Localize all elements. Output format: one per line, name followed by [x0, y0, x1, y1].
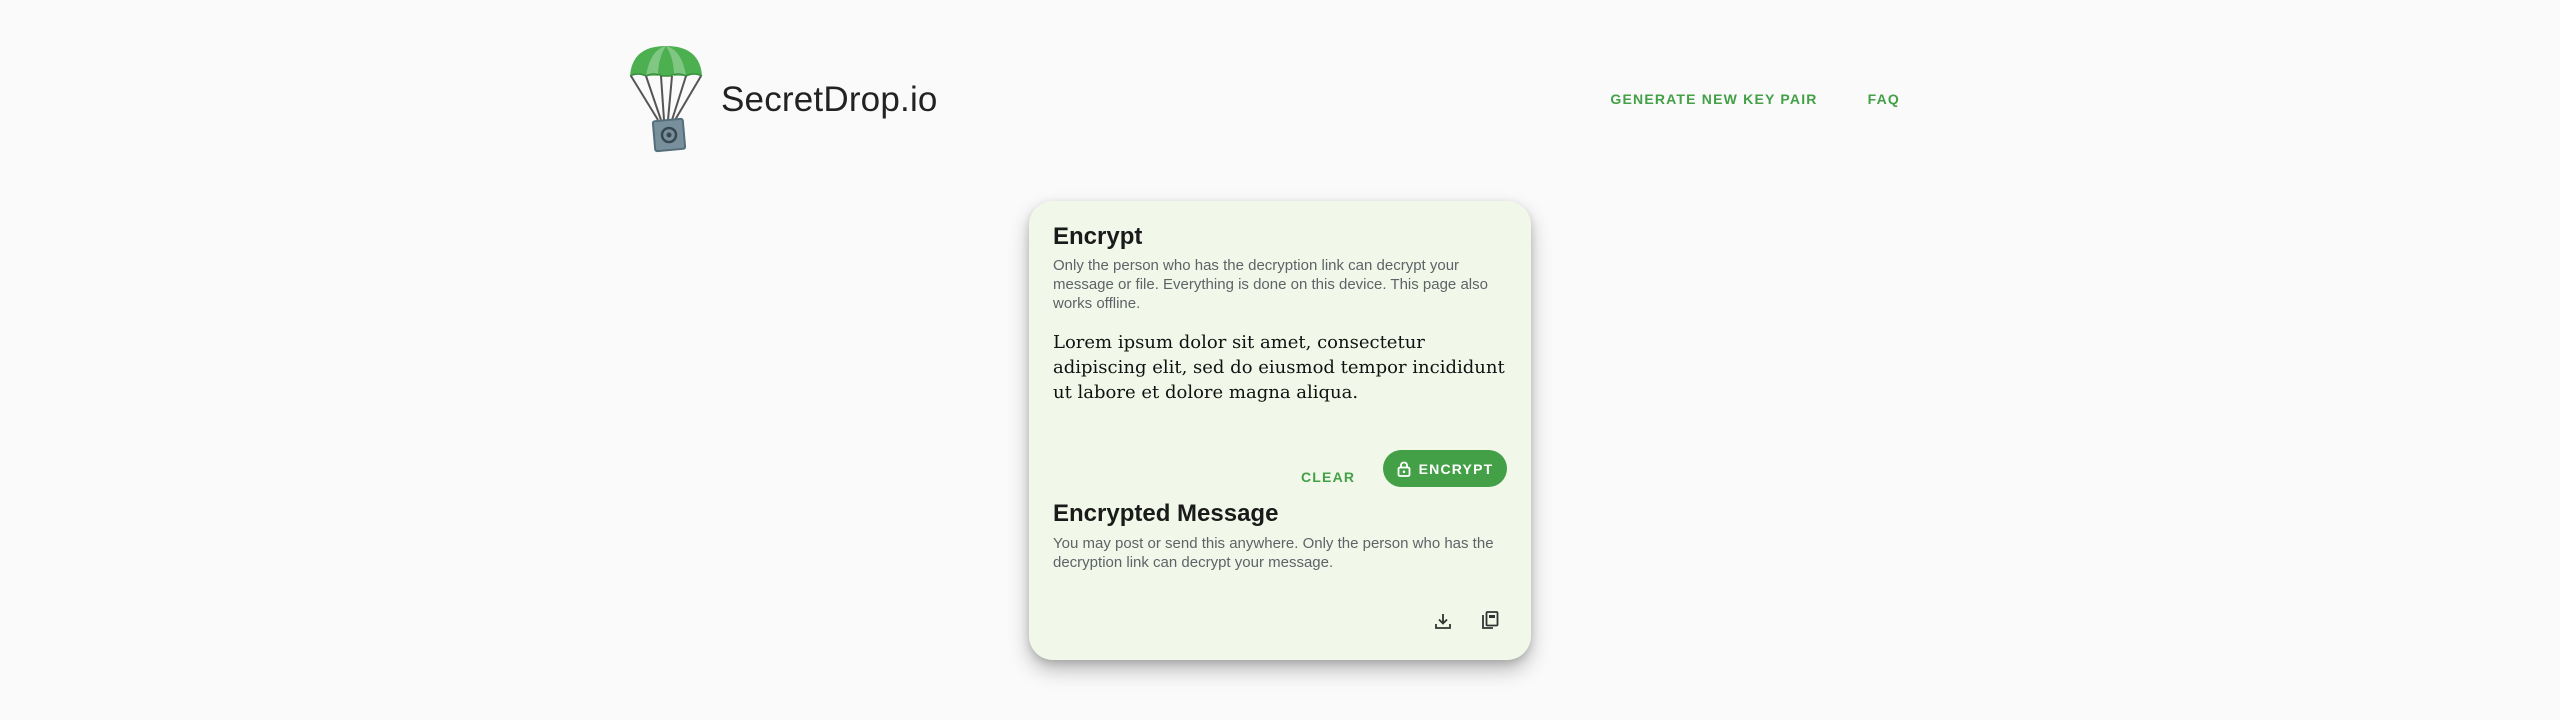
message-input[interactable]: Lorem ipsum dolor sit amet, consectetur … [1053, 330, 1513, 405]
encrypt-button-label: ENCRYPT [1418, 460, 1494, 477]
top-nav: GENERATE NEW KEY PAIR FAQ [1610, 91, 1900, 107]
encrypt-card: Encrypt Only the person who has the decr… [1029, 201, 1531, 660]
encrypt-button[interactable]: ENCRYPT [1383, 450, 1507, 487]
brand-name: SecretDrop.io [721, 80, 938, 119]
clear-button[interactable]: CLEAR [1295, 459, 1359, 495]
faq-link[interactable]: FAQ [1868, 91, 1900, 107]
app-header: SecretDrop.io GENERATE NEW KEY PAIR FAQ [628, 44, 1900, 160]
download-icon [1435, 614, 1451, 629]
encrypted-message-description: You may post or send this anywhere. Only… [1053, 535, 1494, 571]
encrypt-description: Only the person who has the decryption l… [1053, 257, 1488, 312]
generate-key-pair-link[interactable]: GENERATE NEW KEY PAIR [1610, 91, 1817, 107]
encrypted-message-title: Encrypted Message [1053, 500, 1279, 527]
parachute-logo-icon [629, 46, 703, 153]
download-button[interactable] [1426, 604, 1460, 638]
copy-button[interactable] [1474, 604, 1508, 638]
lock-icon [1397, 461, 1411, 477]
copy-icon [1482, 611, 1499, 629]
encrypt-title: Encrypt [1053, 223, 1143, 250]
